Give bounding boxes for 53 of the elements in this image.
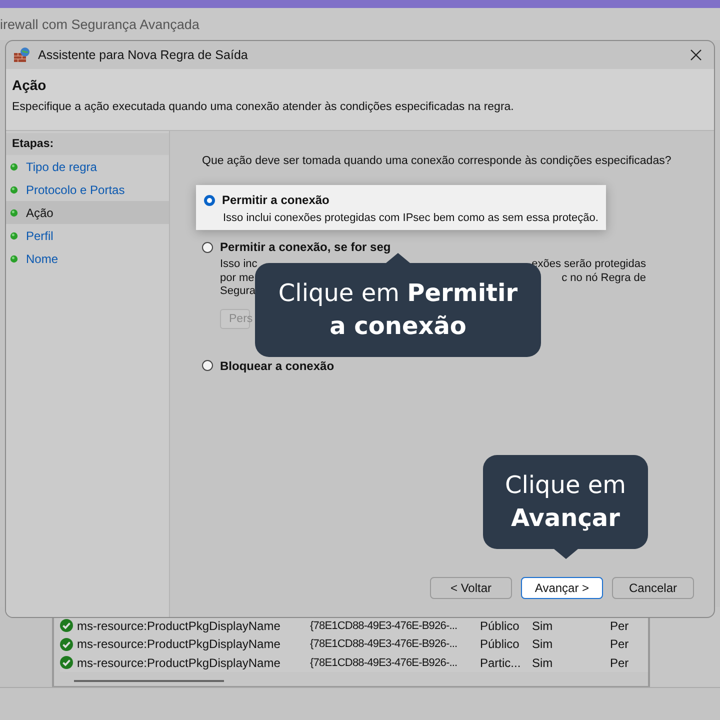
table-cell-text: Partic... [480,656,522,670]
status-dot-icon [10,208,18,216]
table-cell-text: Sim [532,656,554,670]
page-heading: Ação [12,77,48,93]
step-item[interactable]: Ação [6,201,169,224]
question-text: Que ação deve ser tomada quando uma conexão corresponde às condições especificadas? [202,155,672,167]
step-item[interactable]: Protocolo e Portas [6,178,169,201]
check-icon [60,638,73,651]
instruction-text: Clique em Permitir a conexão [277,278,519,342]
scrollbar[interactable] [74,680,224,682]
step-item[interactable]: Tipo de regra [6,155,169,178]
status-dot-icon [10,186,18,194]
option-label[interactable]: Bloquear a conexão [220,358,334,372]
option-description: c no nó Regra de [562,272,646,285]
radio-button[interactable] [202,242,213,252]
check-icon [60,619,73,632]
check-icon [60,656,73,670]
table-cell-text: Público [480,637,520,652]
option-description: Isso inc [220,258,258,272]
steps-heading: Etapas: [12,138,54,150]
dialog-title: Assistente para Nova Regra de Saída [38,48,249,62]
dialog-button[interactable]: < Voltar [430,577,512,599]
dialog-button[interactable]: Avançar > [521,577,603,599]
table-cell-text: {78E1CD88-49E3-476E-B926-... [310,638,458,650]
table-cell-text: ms-resource:ProductPkgDisplayName [77,637,282,652]
table-cell: Per [610,618,630,633]
step-item[interactable]: Perfil [6,224,169,247]
table-cell-text: {78E1CD88-49E3-476E-B926-... [310,656,458,669]
radio-button[interactable] [202,360,213,371]
table-cell: Per [610,656,630,670]
option-label[interactable]: Permitir a conexão, se for seg [220,240,391,254]
page-description: Especifique a ação executada quando uma conexão atender às condições especificadas na regra. [12,101,515,113]
option-label[interactable]: Permitir a conexão [222,193,330,207]
table-cell: Per [610,637,630,652]
table-cell-text: Sim [532,618,554,633]
table-cell-text: ms-resource:ProductPkgDisplayName [77,618,282,633]
close-icon[interactable] [690,49,702,61]
firewall-icon [14,47,30,63]
option-description: por me [220,272,254,285]
radio-button[interactable] [204,194,215,206]
option-description: Isso inclui conexões protegidas com IPsec bem como as sem essa proteção. [223,212,598,224]
status-dot-icon [10,254,18,262]
dialog-button[interactable]: Cancelar [612,577,694,599]
table-cell-text: Sim [532,637,554,652]
table-cell-text: ms-resource:ProductPkgDisplayName [77,656,282,670]
status-dot-icon [10,162,18,170]
instruction-text: Clique em Avançar [504,470,628,534]
table-cell-text: {78E1CD88-49E3-476E-B926-... [310,620,458,632]
option-description: Segura [220,285,256,298]
window-title: irewall com Segurança Avançada [0,16,200,32]
status-dot-icon [10,232,18,240]
table-cell-text: Público [480,618,520,633]
step-item[interactable]: Nome [6,247,169,270]
